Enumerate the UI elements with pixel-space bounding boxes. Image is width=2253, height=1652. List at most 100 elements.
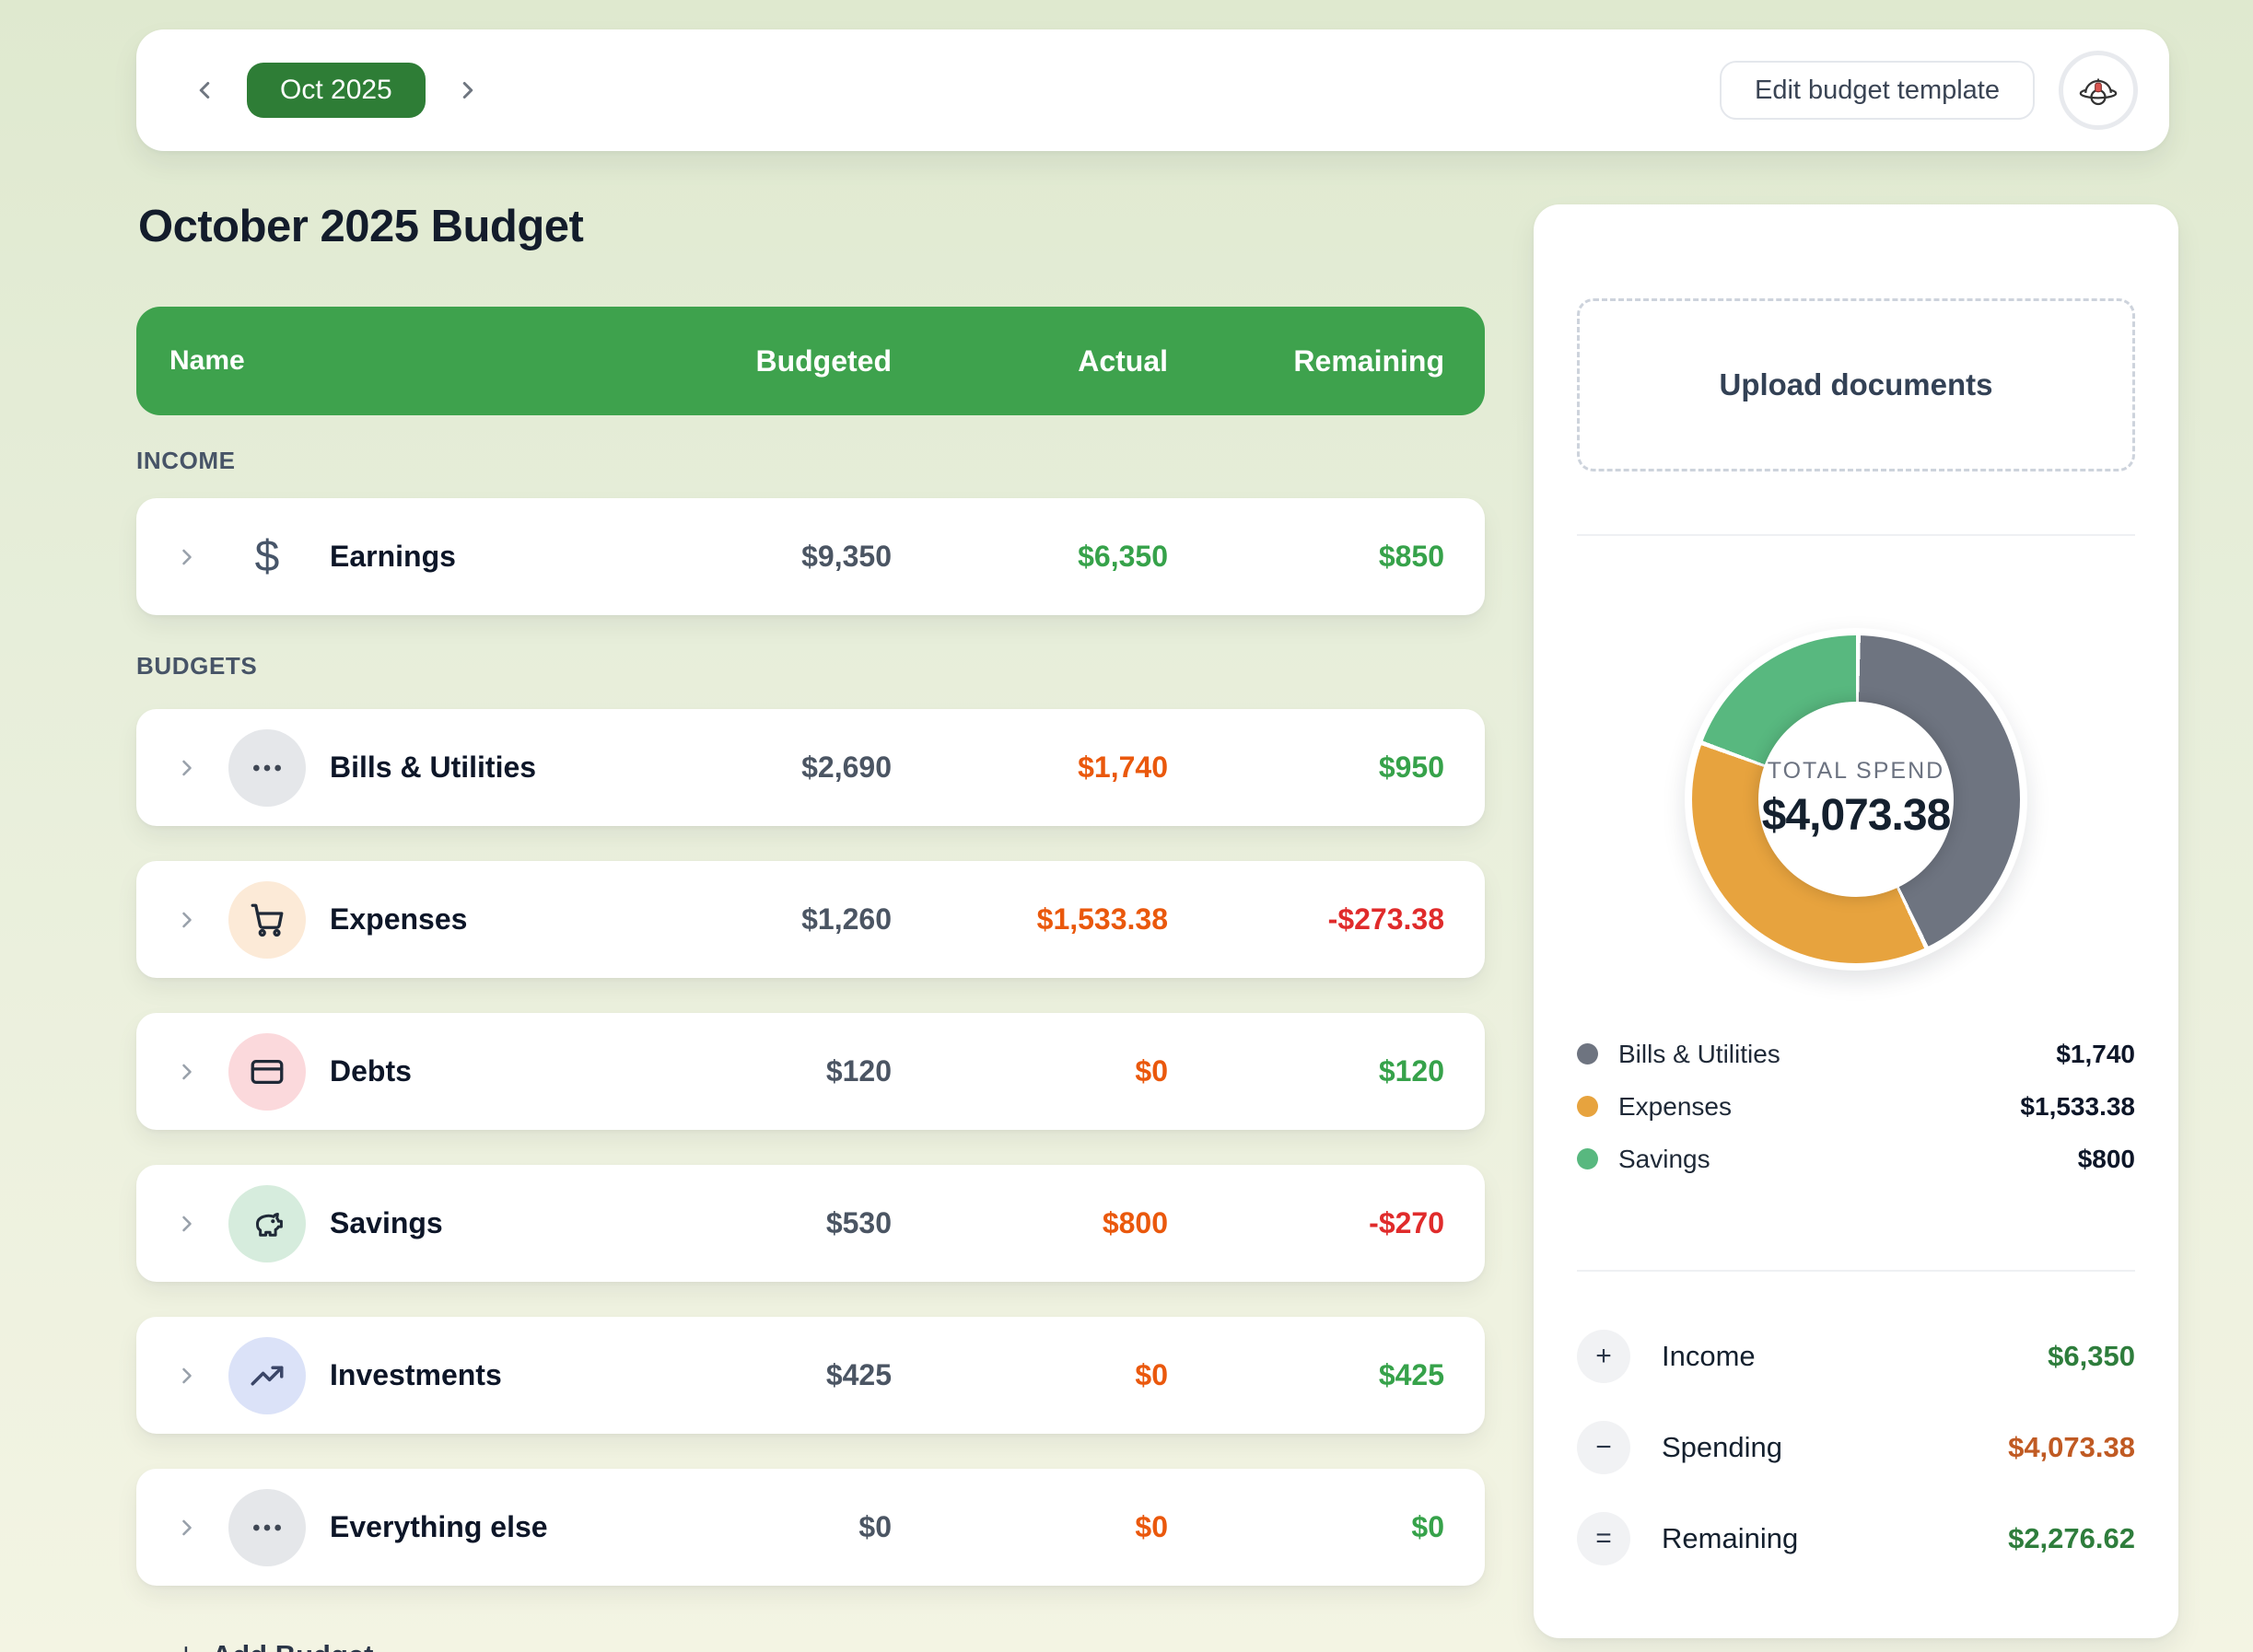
budget-table: Name Budgeted Actual Remaining INCOME $ … <box>136 307 1485 1652</box>
summary-row-remaining: = Remaining $2,276.62 <box>1577 1493 2135 1584</box>
column-header-remaining: Remaining <box>1168 344 1444 378</box>
legend-label: Expenses <box>1618 1092 1732 1122</box>
table-row-everything-else[interactable]: Everything else $0 $0 $0 <box>136 1469 1485 1586</box>
chevron-right-icon <box>174 1059 200 1085</box>
table-row-bills-utilities[interactable]: Bills & Utilities $2,690 $1,740 $950 <box>136 709 1485 826</box>
legend-label: Savings <box>1618 1145 1710 1174</box>
column-header-name: Name <box>169 345 606 377</box>
chevron-right-icon <box>174 1211 200 1237</box>
upload-documents-dropzone[interactable]: Upload documents <box>1577 298 2135 471</box>
donut-legend: Bills & Utilities $1,740 Expenses $1,533… <box>1577 1028 2135 1185</box>
legend-value: $800 <box>2078 1145 2135 1174</box>
next-month-button[interactable] <box>448 70 488 111</box>
table-row-earnings[interactable]: $ Earnings $9,350 $6,350 $850 <box>136 498 1485 615</box>
remaining-value: $120 <box>1168 1054 1444 1088</box>
edit-budget-template-button[interactable]: Edit budget template <box>1720 61 2035 120</box>
legend-item-savings: Savings $800 <box>1577 1133 2135 1185</box>
budget-app: Oct 2025 Edit budget template <box>0 0 2253 1652</box>
column-header-budgeted: Budgeted <box>606 344 892 378</box>
chevron-right-icon <box>174 1515 200 1541</box>
budgeted-value: $0 <box>606 1510 892 1544</box>
remaining-value: $950 <box>1168 750 1444 785</box>
legend-value: $1,740 <box>2056 1040 2135 1069</box>
totals-summary: + Income $6,350 − Spending $4,073.38 = R… <box>1577 1310 2135 1584</box>
budgeted-value: $9,350 <box>606 540 892 574</box>
ellipsis-icon <box>228 1489 306 1566</box>
chevron-right-icon <box>174 1363 200 1389</box>
month-selector-pill[interactable]: Oct 2025 <box>247 63 426 118</box>
row-label: Investments <box>330 1358 502 1392</box>
total-spend-value: $4,073.38 <box>1762 790 1951 841</box>
table-row-debts[interactable]: Debts $120 $0 $120 <box>136 1013 1485 1130</box>
chevron-right-icon <box>174 544 200 570</box>
credit-card-icon <box>228 1033 306 1111</box>
divider <box>1577 1270 2135 1272</box>
budgeted-value: $530 <box>606 1206 892 1240</box>
legend-dot-green <box>1577 1148 1598 1169</box>
remaining-value: -$270 <box>1168 1206 1444 1240</box>
avatar[interactable] <box>2059 51 2138 130</box>
expand-row-button[interactable] <box>169 1206 204 1241</box>
total-spend-label: TOTAL SPEND <box>1768 758 1944 785</box>
legend-dot-orange <box>1577 1096 1598 1117</box>
section-label-income: INCOME <box>136 445 1485 476</box>
divider <box>1577 534 2135 536</box>
actual-value: $1,740 <box>892 750 1168 785</box>
row-label: Earnings <box>330 540 456 574</box>
remaining-value: $850 <box>1168 540 1444 574</box>
legend-dot-gray <box>1577 1043 1598 1064</box>
expand-row-button[interactable] <box>169 1358 204 1393</box>
chevron-left-icon <box>191 76 218 104</box>
chevron-right-icon <box>454 76 482 104</box>
row-label: Bills & Utilities <box>330 750 536 785</box>
legend-item-bills-utilities: Bills & Utilities $1,740 <box>1577 1028 2135 1080</box>
expand-row-button[interactable] <box>169 902 204 937</box>
expand-row-button[interactable] <box>169 540 204 575</box>
donut-center: TOTAL SPEND $4,073.38 <box>1758 702 1954 897</box>
section-label-budgets: BUDGETS <box>136 650 1485 681</box>
expand-row-button[interactable] <box>169 1510 204 1545</box>
add-budget-button[interactable]: + Add Budget <box>136 1637 1485 1652</box>
remaining-value: $425 <box>1168 1358 1444 1392</box>
shopping-cart-icon <box>228 881 306 959</box>
plus-icon: + <box>177 1637 195 1652</box>
row-label: Savings <box>330 1206 443 1240</box>
previous-month-button[interactable] <box>184 70 225 111</box>
ellipsis-icon <box>228 729 306 807</box>
table-row-investments[interactable]: Investments $425 $0 $425 <box>136 1317 1485 1434</box>
upload-documents-label: Upload documents <box>1719 367 1992 402</box>
remaining-value: $0 <box>1168 1510 1444 1544</box>
spend-donut: TOTAL SPEND $4,073.38 <box>1685 628 2027 971</box>
expand-row-button[interactable] <box>169 750 204 785</box>
budgeted-value: $2,690 <box>606 750 892 785</box>
piggy-bank-icon <box>228 1185 306 1262</box>
summary-row-spending: − Spending $4,073.38 <box>1577 1402 2135 1493</box>
legend-label: Bills & Utilities <box>1618 1040 1780 1069</box>
actual-value: $0 <box>892 1358 1168 1392</box>
table-header: Name Budgeted Actual Remaining <box>136 307 1485 415</box>
legend-value: $1,533.38 <box>2020 1092 2135 1122</box>
minus-icon: − <box>1577 1421 1630 1474</box>
firefighter-helmet-icon <box>2075 67 2121 113</box>
chevron-right-icon <box>174 907 200 933</box>
summary-panel: Upload documents TOTAL SPEND $4,073.38 B… <box>1534 204 2178 1638</box>
actual-value: $800 <box>892 1206 1168 1240</box>
actual-value: $1,533.38 <box>892 902 1168 937</box>
dollar-sign-icon: $ <box>228 518 306 596</box>
expand-row-button[interactable] <box>169 1054 204 1089</box>
chevron-right-icon <box>174 755 200 781</box>
budgeted-value: $425 <box>606 1358 892 1392</box>
table-row-expenses[interactable]: Expenses $1,260 $1,533.38 -$273.38 <box>136 861 1485 978</box>
summary-value: $6,350 <box>2048 1340 2135 1373</box>
summary-value: $2,276.62 <box>2008 1522 2135 1555</box>
page-title: October 2025 Budget <box>138 201 583 252</box>
equals-icon: = <box>1577 1512 1630 1565</box>
actual-value: $0 <box>892 1510 1168 1544</box>
actual-value: $6,350 <box>892 540 1168 574</box>
summary-label: Income <box>1662 1340 1756 1373</box>
trending-up-icon <box>228 1337 306 1414</box>
row-label: Debts <box>330 1054 412 1088</box>
remaining-value: -$273.38 <box>1168 902 1444 937</box>
table-row-savings[interactable]: Savings $530 $800 -$270 <box>136 1165 1485 1282</box>
budgeted-value: $120 <box>606 1054 892 1088</box>
